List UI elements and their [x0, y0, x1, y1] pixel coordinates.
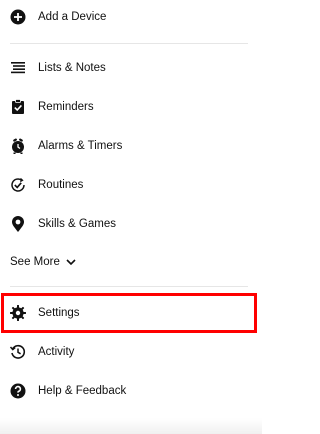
plus-circle-icon [9, 8, 27, 26]
sidebar-item-reminders[interactable]: Reminders [0, 92, 262, 122]
sidebar-item-skills-games[interactable]: Skills & Games [0, 209, 262, 239]
history-icon [9, 343, 27, 361]
see-more-label: See More [10, 256, 60, 268]
add-device-label: Add a Device [38, 11, 107, 23]
routines-check-icon [9, 176, 27, 194]
clipboard-check-icon [9, 98, 27, 116]
sidebar-item-label: Alarms & Timers [38, 140, 123, 152]
bottom-shadow [0, 418, 262, 434]
sidebar-item-label: Activity [38, 346, 75, 358]
sidebar-item-label: Skills & Games [38, 218, 116, 230]
see-more-button[interactable]: See More [10, 256, 77, 268]
alarm-clock-icon [9, 137, 27, 155]
map-pin-icon [9, 215, 27, 233]
sidebar-item-activity[interactable]: Activity [0, 337, 262, 367]
sidebar-item-label: Help & Feedback [38, 385, 127, 397]
sidebar-item-label: Reminders [38, 101, 94, 113]
sidebar-item-help-feedback[interactable]: Help & Feedback [0, 376, 262, 406]
add-device-item[interactable]: Add a Device [0, 2, 262, 32]
sidebar-item-lists-notes[interactable]: Lists & Notes [0, 53, 262, 83]
divider [10, 286, 248, 287]
sidebar-item-alarms-timers[interactable]: Alarms & Timers [0, 131, 262, 161]
divider [10, 43, 248, 44]
help-circle-icon [9, 382, 27, 400]
settings-highlight-box [1, 293, 257, 333]
sidebar-item-label: Routines [38, 179, 84, 191]
chevron-down-icon [66, 259, 76, 266]
list-icon [9, 59, 27, 77]
sidebar-item-label: Lists & Notes [38, 62, 106, 74]
sidebar-item-routines[interactable]: Routines [0, 170, 262, 200]
